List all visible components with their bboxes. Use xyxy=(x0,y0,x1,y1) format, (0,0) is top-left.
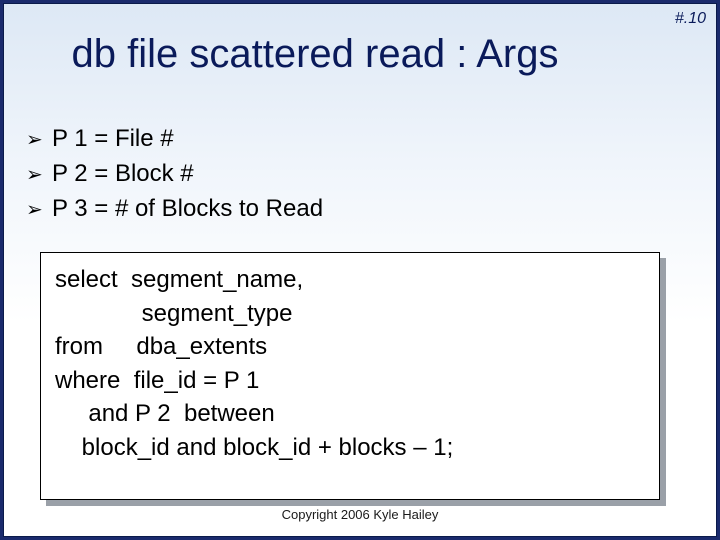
slide: #.10 db file scattered read : Args ➢ P 1… xyxy=(3,3,717,537)
bullet-arrow-icon: ➢ xyxy=(26,126,52,155)
code-line: segment_type xyxy=(55,300,292,327)
bullet-arrow-icon: ➢ xyxy=(26,196,52,225)
bullet-text: P 1 = File # xyxy=(52,122,174,157)
copyright: Copyright 2006 Kyle Hailey xyxy=(4,507,716,522)
code-line: and P 2 between xyxy=(55,400,275,427)
code-content: select segment_name, segment_type from d… xyxy=(40,252,660,500)
bullet-text: P 3 = # of Blocks to Read xyxy=(52,192,323,227)
page-number: #.10 xyxy=(675,10,706,28)
bullet-item: ➢ P 1 = File # xyxy=(26,122,323,157)
code-line: from dba_extents xyxy=(55,333,267,360)
bullet-text: P 2 = Block # xyxy=(52,157,194,192)
slide-title: db file scattered read : Args xyxy=(4,32,716,77)
bullet-item: ➢ P 2 = Block # xyxy=(26,157,323,192)
code-box: select segment_name, segment_type from d… xyxy=(40,252,660,500)
bullet-list: ➢ P 1 = File # ➢ P 2 = Block # ➢ P 3 = #… xyxy=(26,122,323,226)
bullet-item: ➢ P 3 = # of Blocks to Read xyxy=(26,192,323,227)
code-line: block_id and block_id + blocks – 1; xyxy=(55,434,453,461)
code-line: where file_id = P 1 xyxy=(55,367,259,394)
code-line: select segment_name, xyxy=(55,266,303,293)
bullet-arrow-icon: ➢ xyxy=(26,161,52,190)
